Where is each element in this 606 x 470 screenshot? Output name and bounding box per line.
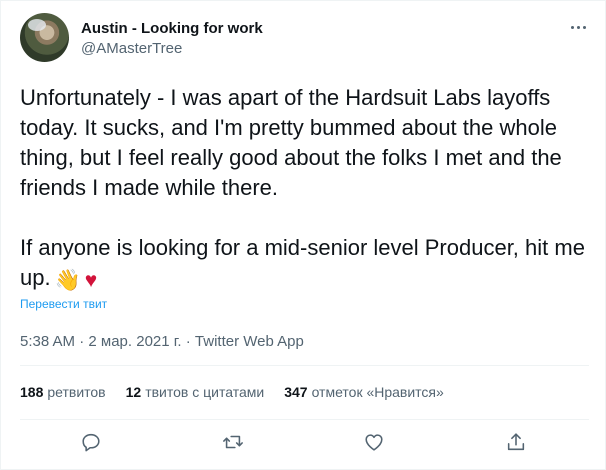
- tweet-actions: [20, 429, 590, 457]
- tweet-meta: 5:38 AM · 2 мар. 2021 г. · Twitter Web A…: [20, 333, 304, 350]
- divider: [20, 419, 589, 420]
- heart-icon[interactable]: [363, 431, 387, 455]
- avatar[interactable]: [20, 13, 69, 62]
- red-heart-emoji: ♥: [84, 269, 98, 292]
- tweet-source-app[interactable]: Twitter Web App: [195, 333, 304, 350]
- tweet-card: Austin - Looking for work @AMasterTree U…: [0, 0, 606, 470]
- retweets-count: 188: [20, 384, 44, 400]
- retweets-stat[interactable]: 188 ретвитов: [20, 384, 106, 400]
- more-icon[interactable]: [566, 17, 590, 37]
- tweet-text: Unfortunately - I was apart of the Hards…: [20, 83, 590, 295]
- meta-separator: ·: [181, 333, 195, 350]
- tweet-date[interactable]: 2 мар. 2021 г.: [88, 333, 181, 350]
- author-display-name[interactable]: Austin - Looking for work: [81, 19, 263, 39]
- retweets-label: ретвитов: [47, 384, 106, 400]
- tweet-paragraph-text: If anyone is looking for a mid-senior le…: [20, 235, 585, 290]
- waving-hand-emoji: 👋: [54, 269, 81, 292]
- tweet-paragraph: Unfortunately - I was apart of the Hards…: [20, 85, 562, 200]
- likes-count: 347: [284, 384, 308, 400]
- tweet-stats: 188 ретвитов 12 твитов с цитатами 347 отмет…: [20, 384, 464, 400]
- author-names: Austin - Looking for work @AMasterTree: [81, 19, 263, 59]
- likes-stat[interactable]: 347 отметок «Нравится»: [284, 384, 444, 400]
- divider: [20, 365, 589, 366]
- reply-icon[interactable]: [80, 431, 104, 455]
- share-icon[interactable]: [505, 431, 529, 455]
- author-handle[interactable]: @AMasterTree: [81, 39, 263, 59]
- tweet-paragraph: If anyone is looking for a mid-senior le…: [20, 233, 590, 295]
- meta-separator: ·: [75, 333, 89, 350]
- tweet-header: Austin - Looking for work @AMasterTree: [20, 13, 590, 65]
- tweet-time[interactable]: 5:38 AM: [20, 333, 75, 350]
- quotes-count: 12: [125, 384, 142, 400]
- retweet-icon[interactable]: [222, 431, 246, 455]
- translate-tweet-link[interactable]: Перевести твит: [20, 297, 107, 311]
- quotes-stat[interactable]: 12 твитов с цитатами: [126, 384, 265, 400]
- likes-label: отметок «Нравится»: [311, 384, 444, 400]
- quotes-label: твитов с цитатами: [145, 384, 265, 400]
